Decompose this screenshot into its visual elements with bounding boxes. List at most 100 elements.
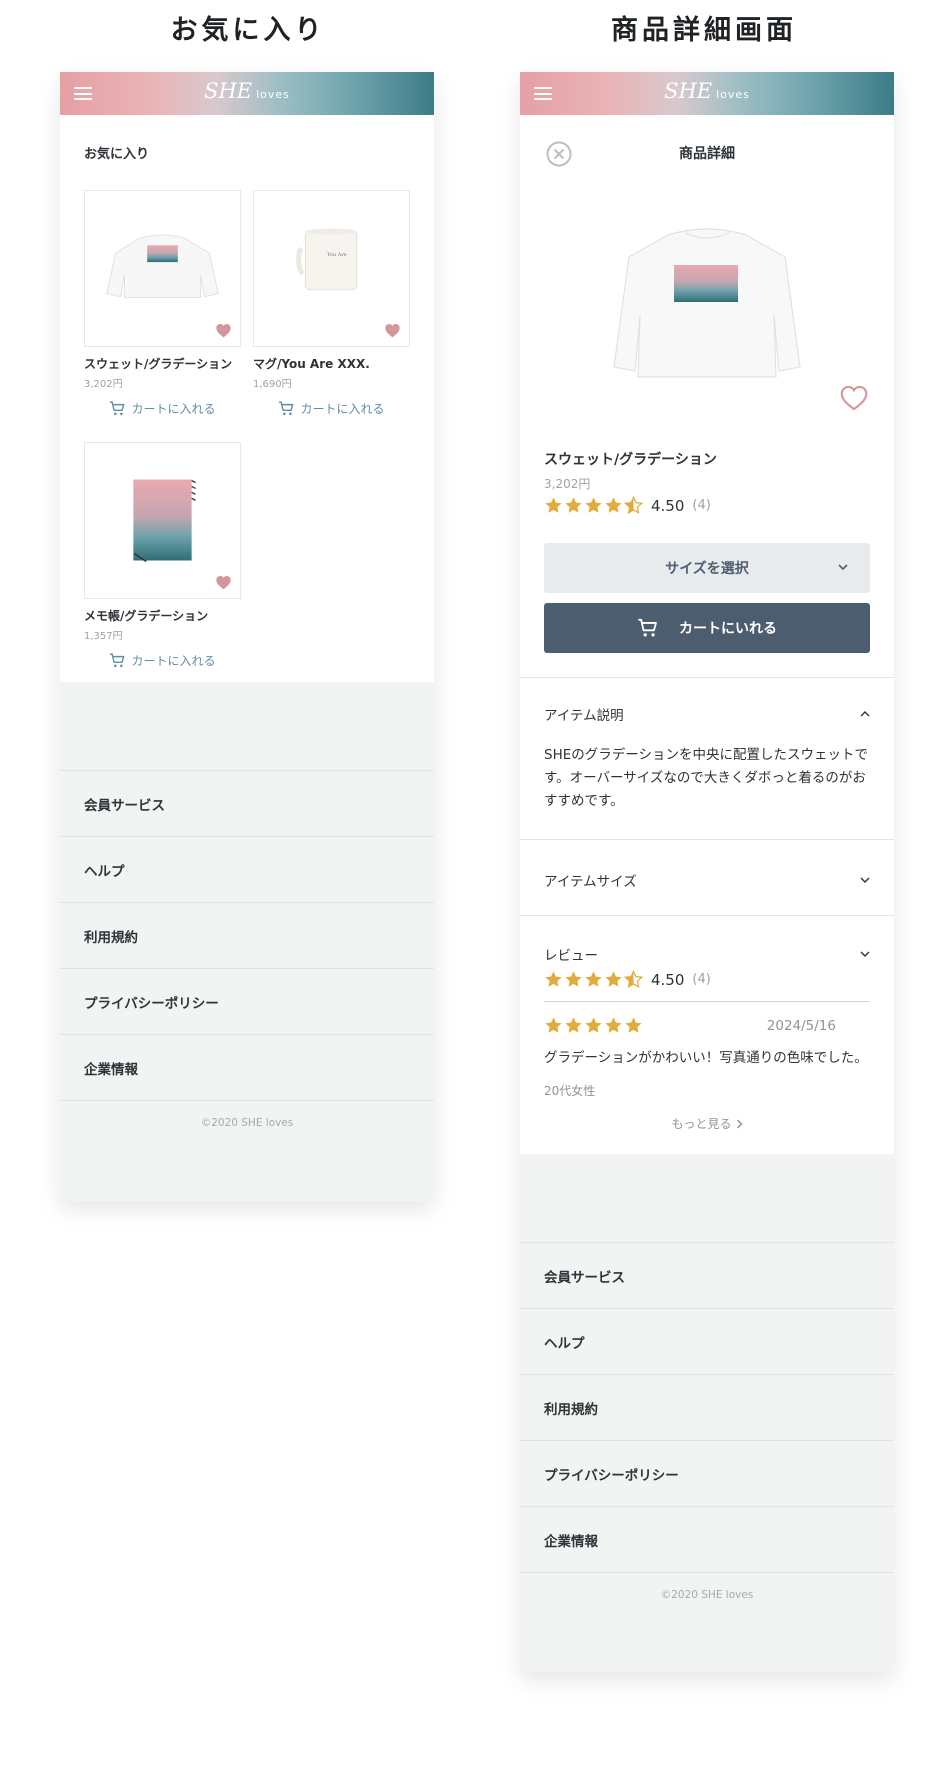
product-name[interactable]: マグ/You Are XXX. [253,355,410,372]
see-more-link[interactable]: もっと見る [544,1115,870,1132]
footer-link-company[interactable]: 企業情報 [60,1034,434,1100]
footer-link-member[interactable]: 会員サービス [60,770,434,836]
product-image [520,185,894,415]
description-accordion: アイテム説明 SHEのグラデーションを中央に配置したスウェットです。オーバーサイ… [520,677,894,839]
add-to-cart-link[interactable]: カートに入れる [84,400,241,417]
product-price: 3,202円 [544,477,591,491]
size-heading: アイテムサイズ [544,874,637,890]
description-accordion-header[interactable]: アイテム説明 [544,678,870,724]
favorites-content: お気に入り スウェット/グラデーション 3,202円 カートに入れる You A… [60,115,434,682]
add-to-cart-link[interactable]: カートに入れる [253,400,410,417]
description-heading: アイテム説明 [544,708,624,724]
see-more-label: もっと見る [671,1117,732,1131]
add-to-cart-button[interactable]: カートにいれる [544,603,870,653]
star-icon [584,1016,603,1035]
detail-content: 商品詳細 スウェット/グラデーション 3,202円 4.50 (4) サイズを選… [520,115,894,1154]
size-select[interactable]: サイズを選択 [544,543,870,593]
footer-link-privacy[interactable]: プライバシーポリシー [60,968,434,1034]
favorites-heading: お気に入り [84,147,150,162]
add-to-cart-link[interactable]: カートに入れる [84,652,241,669]
review-heading: レビュー [544,948,598,964]
star-half-icon [624,970,643,989]
footer-link-company[interactable]: 企業情報 [520,1506,894,1572]
favorite-card[interactable]: メモ帳/グラデーション 1,357円 カートに入れる [84,442,241,682]
footer-link-member[interactable]: 会員サービス [520,1242,894,1308]
product-info: スウェット/グラデーション 3,202円 4.50 (4) [520,415,894,515]
product-rating[interactable]: 4.50 (4) [544,496,870,515]
favorite-card[interactable]: スウェット/グラデーション 3,202円 カートに入れる [84,190,241,442]
copyright: ©2020 SHE loves [60,1100,434,1201]
footer-spacer [520,1154,894,1242]
product-price: 1,690円 [253,379,292,390]
description-text: SHEのグラデーションを中央に配置したスウェットです。オーバーサイズなので大きく… [544,747,868,809]
review-stars [544,1016,643,1035]
product-price: 1,357円 [84,631,123,642]
add-to-cart-label: カートに入れる [131,654,216,668]
review-accordion: レビュー 4.50 (4) 2024/5/16 グラデーションがかわいい！写真通… [520,915,894,1152]
product-thumbnail[interactable] [84,442,241,599]
review-item-header: 2024/5/16 [544,1016,870,1035]
star-icon [584,496,603,515]
star-icon [604,1016,623,1035]
cart-icon [109,652,126,669]
star-icon [604,970,623,989]
favorite-heart-icon[interactable] [384,323,401,338]
brand-logo[interactable]: SHE loves [60,79,434,103]
rating-count: (4) [692,498,711,513]
chevron-down-icon [860,877,870,883]
sweatshirt-image [613,228,801,378]
rating-value: 4.50 [651,496,685,515]
product-name[interactable]: メモ帳/グラデーション [84,607,241,624]
footer-link-help[interactable]: ヘルプ [520,1308,894,1374]
star-icon [544,1016,563,1035]
footer-link-terms[interactable]: 利用規約 [60,902,434,968]
favorites-section-title: お気に入り [170,15,326,46]
review-summary-rating: 4.50 (4) [544,970,870,989]
size-accordion: アイテムサイズ [520,839,894,915]
cart-icon [637,617,659,639]
product-name: スウェット/グラデーション [544,452,717,468]
chevron-right-icon [736,1118,743,1129]
review-divider [544,1001,870,1002]
close-icon[interactable] [546,141,572,167]
star-icon [604,496,623,515]
product-detail-screen: SHE loves 商品詳細 スウェット/グラデーション 3,202円 4.50… [520,72,894,1672]
add-to-cart-label: カートに入れる [300,402,385,416]
product-thumbnail[interactable]: You Are [253,190,410,347]
chevron-down-icon [838,564,848,571]
product-name[interactable]: スウェット/グラデーション [84,355,241,372]
star-icon [564,1016,583,1035]
reviewer-info: 20代女性 [544,1084,596,1098]
mug-print-text: You Are [326,252,346,258]
review-accordion-header[interactable]: レビュー [544,916,870,964]
rating-value: 4.50 [651,970,685,989]
add-to-cart-label: カートに入れる [131,402,216,416]
review-date: 2024/5/16 [766,1017,836,1034]
rating-stars [544,496,643,515]
detail-title: 商品詳細 [679,146,735,162]
footer-spacer [60,682,434,770]
review-text: グラデーションがかわいい！写真通りの色味でした。 [544,1050,868,1066]
footer-nav: 会員サービス ヘルプ 利用規約 プライバシーポリシー 企業情報 [520,1242,894,1572]
cart-icon [109,400,126,417]
brand-logo[interactable]: SHE loves [520,79,894,103]
rating-count: (4) [692,972,711,987]
detail-header: 商品詳細 [520,115,894,185]
product-thumbnail[interactable] [84,190,241,347]
star-icon [564,970,583,989]
cart-icon [278,400,295,417]
favorite-heart-icon[interactable] [215,323,232,338]
footer-nav: 会員サービス ヘルプ 利用規約 プライバシーポリシー 企業情報 [60,770,434,1100]
footer-link-help[interactable]: ヘルプ [60,836,434,902]
copyright: ©2020 SHE loves [520,1572,894,1672]
favorite-card[interactable]: You Are マグ/You Are XXX. 1,690円 カートに入れる [253,190,410,442]
size-accordion-header[interactable]: アイテムサイズ [544,840,870,890]
star-icon [544,496,563,515]
detail-section-title: 商品詳細画面 [611,15,797,46]
footer-link-privacy[interactable]: プライバシーポリシー [520,1440,894,1506]
size-select-label: サイズを選択 [665,561,749,577]
app-header: SHE loves [60,72,434,115]
footer-link-terms[interactable]: 利用規約 [520,1374,894,1440]
favorite-heart-icon[interactable] [840,385,868,411]
favorite-heart-icon[interactable] [215,575,232,590]
